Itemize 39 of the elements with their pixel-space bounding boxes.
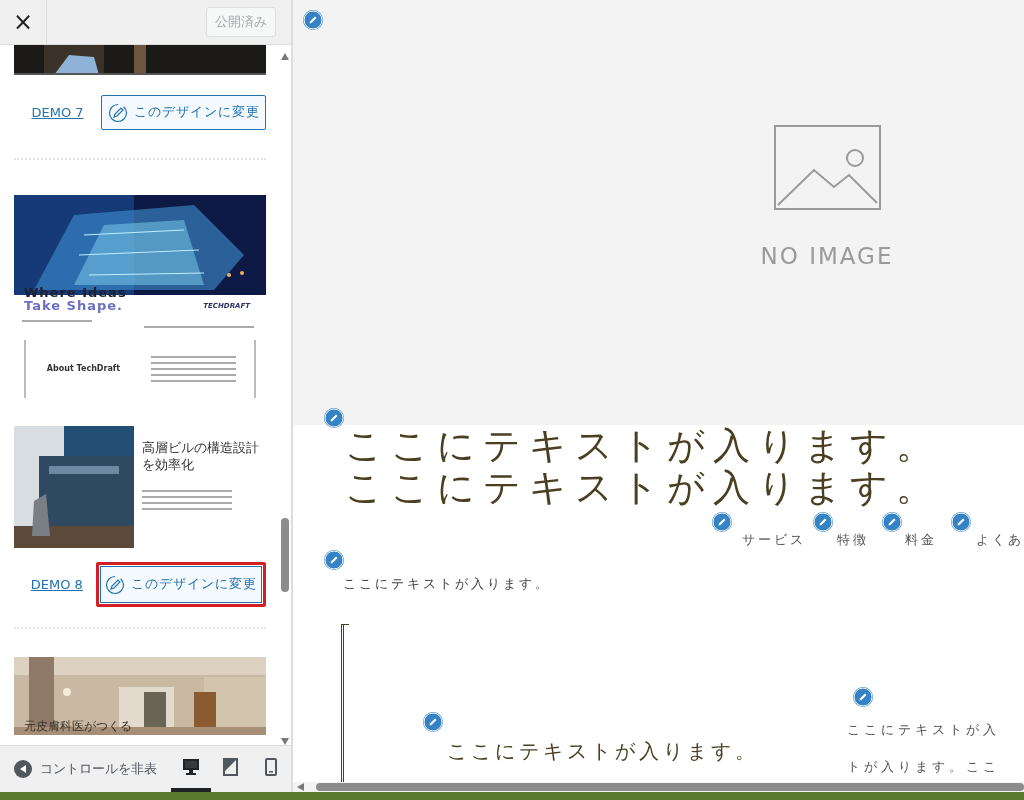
subheading: ここにテキストが入ります。 (447, 737, 759, 765)
collapse-icon (14, 760, 32, 778)
edit-icon[interactable] (951, 512, 971, 532)
nav-link[interactable]: サービス (742, 531, 838, 550)
mobile-icon (262, 758, 280, 776)
edit-icon[interactable] (324, 550, 344, 570)
lead-text: ここにテキストが入ります。 (343, 574, 552, 593)
pencil-icon (107, 102, 128, 123)
scroll-left-icon[interactable] (297, 783, 304, 791)
scroll-up-icon[interactable] (281, 53, 289, 60)
page-heading: ここにテキストが入ります。 (345, 425, 941, 467)
placeholder-label: NO IMAGE (760, 245, 894, 268)
desktop-icon (182, 758, 200, 776)
image-caption: 元皮膚科医がつくる (24, 718, 132, 735)
hero-subtitle: Take Shape. (24, 299, 124, 312)
scrollbar-thumb[interactable] (281, 518, 289, 592)
about-heading: About TechDraft (45, 363, 122, 375)
scrollbar-thumb[interactable] (316, 783, 1024, 791)
edit-icon[interactable] (853, 687, 873, 707)
body-text: ここにテキストが入 (847, 720, 1000, 739)
edit-icon[interactable] (813, 512, 833, 532)
edit-icon[interactable] (882, 512, 902, 532)
nav-link[interactable]: よくあ (976, 531, 1024, 550)
close-button[interactable]: × (0, 0, 47, 45)
body-text: トが入ります。ここ (847, 757, 1000, 776)
change-design-button[interactable]: このデザインに変更 (101, 95, 266, 130)
demo-link[interactable]: DEMO 7 (14, 102, 101, 123)
section-title: 高層ビルの構造設計を効率化 (142, 440, 260, 474)
change-design-button[interactable]: このデザインに変更 (95, 562, 266, 607)
edit-icon[interactable] (423, 712, 443, 732)
image-placeholder-icon (773, 125, 881, 210)
nav-link[interactable]: 料金 (905, 531, 976, 550)
edit-icon[interactable] (712, 512, 732, 532)
page-heading: ここにテキストが入ります。 (345, 467, 941, 509)
nav-link[interactable]: 特徴 (837, 531, 906, 550)
pencil-icon (104, 574, 125, 595)
edit-icon[interactable] (303, 10, 323, 30)
edit-icon[interactable] (324, 408, 344, 428)
tablet-icon (222, 758, 240, 776)
